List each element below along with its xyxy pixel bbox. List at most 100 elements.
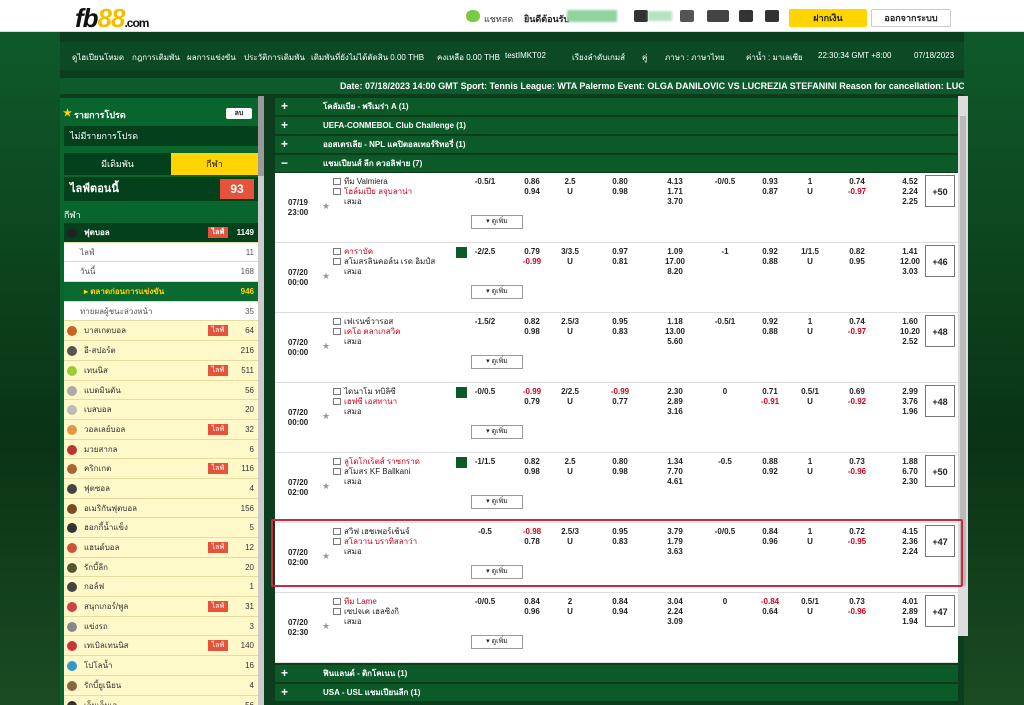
sport-row[interactable]: แฮนด์บอล ไลฟ์ 12 xyxy=(64,538,258,558)
odds-col-o3[interactable]: 0.88 0.92 xyxy=(753,457,787,477)
odds-value[interactable]: 1.88 xyxy=(892,457,928,467)
sport-row[interactable]: โปโลน้ำ 16 xyxy=(64,656,258,676)
odds-value[interactable]: 5.60 xyxy=(655,337,695,347)
odds-col-hdp[interactable]: -0/0.5 xyxy=(465,387,505,397)
favorite-star-icon[interactable]: ★ xyxy=(322,481,330,492)
odds-col-hdp2[interactable]: -0/0.5 xyxy=(705,177,745,187)
logout-button[interactable]: ออกจากระบบ xyxy=(871,9,951,27)
odds-value[interactable]: -0.5/1 xyxy=(465,177,505,187)
odds-value[interactable]: 0.92 xyxy=(753,247,787,257)
odds-value[interactable]: 0.74 xyxy=(840,317,874,327)
odds-col-hdp2[interactable]: 0 xyxy=(705,597,745,607)
lang-select[interactable]: ภาษา : ภาษาไทย xyxy=(665,51,725,64)
odds-col-ou[interactable]: 3/3.5 U xyxy=(555,247,585,267)
more-bets-button[interactable]: +48 xyxy=(925,315,955,347)
odds-value[interactable]: 0.80 xyxy=(603,177,637,187)
odds-col-ou2[interactable]: 1U xyxy=(795,177,825,197)
chat-link[interactable]: แชทสด xyxy=(484,12,513,26)
odds-value[interactable]: U xyxy=(795,397,825,407)
odds-value[interactable]: 0.88 xyxy=(753,327,787,337)
deposit-button[interactable]: ฝากเงิน xyxy=(789,9,867,27)
odds-value[interactable]: -0.96 xyxy=(840,607,874,617)
expand-icon[interactable]: + xyxy=(281,665,288,682)
user-icon[interactable] xyxy=(739,10,753,22)
odds-value[interactable]: 0.92 xyxy=(753,467,787,477)
nav-item[interactable]: ประวัติการเดิมพัน xyxy=(244,51,305,64)
odds-col-ou[interactable]: 2.5/3 U xyxy=(555,317,585,337)
live-now[interactable]: ไลฟ์ตอนนี้ 93 xyxy=(64,177,258,201)
odds-value[interactable]: -2/2.5 xyxy=(465,247,505,257)
league-row[interactable]: + โคลัมเบีย - พรีเมร่า A (1) xyxy=(275,98,958,115)
odds-col-hdp[interactable]: -0/0.5 xyxy=(465,597,505,607)
odds-value[interactable]: U xyxy=(795,467,825,477)
favorite-star-icon[interactable]: ★ xyxy=(322,341,330,352)
odds-value[interactable]: 7.70 xyxy=(655,467,695,477)
odds-value[interactable]: -0.99 xyxy=(515,387,549,397)
odds-col-x12b[interactable]: 4.52 2.24 2.25 xyxy=(892,177,928,207)
nav-item[interactable]: testIMKT02 xyxy=(505,51,546,60)
odds-value[interactable]: 0.74 xyxy=(840,177,874,187)
odds-value[interactable]: 0.79 xyxy=(515,247,549,257)
sidebar-scrollbar[interactable] xyxy=(258,96,264,705)
odds-col-ou[interactable]: 2.5 U xyxy=(555,177,585,197)
league-row[interactable]: + USA - USL แชมเปียนลีก (1) xyxy=(275,684,958,701)
odds-value[interactable]: U xyxy=(555,327,585,337)
odds-value[interactable]: 0.84 xyxy=(603,597,637,607)
odds-value[interactable]: 0.98 xyxy=(515,327,549,337)
tab-my-bets[interactable]: มีเดิมพัน xyxy=(64,153,171,175)
odds-value[interactable]: U xyxy=(795,607,825,617)
odds-col-o1[interactable]: 0.82 0.98 xyxy=(515,317,549,337)
odds-value[interactable]: -0.84 xyxy=(753,597,787,607)
odds-value[interactable]: 0.86 xyxy=(515,177,549,187)
tab-sports[interactable]: กีฬา xyxy=(171,153,258,175)
odds-col-hdp[interactable]: -1.5/2 xyxy=(465,317,505,327)
odds-value[interactable]: 0.93 xyxy=(753,177,787,187)
odds-value[interactable]: -0.99 xyxy=(515,257,549,267)
odds-value[interactable]: 0.98 xyxy=(603,467,637,477)
odds-value[interactable]: 2.30 xyxy=(655,387,695,397)
sport-row[interactable]: อี-สปอร์ต 216 xyxy=(64,341,258,361)
odds-value[interactable]: -0/0.5 xyxy=(705,177,745,187)
odds-col-o2[interactable]: 0.95 0.83 xyxy=(603,317,637,337)
odds-col-ou[interactable]: 2U xyxy=(555,597,585,617)
expand-icon[interactable]: − xyxy=(281,155,288,172)
odds-value[interactable]: -1/1.5 xyxy=(465,457,505,467)
pair-select[interactable]: คู่ xyxy=(642,51,647,64)
odds-value[interactable]: 1 xyxy=(795,177,825,187)
odds-col-ou[interactable]: 2/2.5 U xyxy=(555,387,585,407)
odds-value[interactable]: 0.64 xyxy=(753,607,787,617)
odds-value[interactable]: 4.13 xyxy=(655,177,695,187)
odds-col-x12[interactable]: 4.13 1.71 3.70 xyxy=(655,177,695,207)
odds-value[interactable]: 4.61 xyxy=(655,477,695,487)
odds-value[interactable]: 1.94 xyxy=(892,617,928,627)
nav-item[interactable]: เดิมพันที่ยังไม่ได้ตัดสิน 0.00 THB xyxy=(311,51,424,64)
menu-list-icon[interactable] xyxy=(765,10,779,22)
odds-col-hdp2[interactable]: -0.5/1 xyxy=(705,317,745,327)
odds-value[interactable]: 0.5/1 xyxy=(795,597,825,607)
odds-value[interactable]: 3.70 xyxy=(655,197,695,207)
odds-value[interactable]: U xyxy=(555,187,585,197)
sport-row[interactable]: เทเบิลเทนนิส ไลฟ์ 140 xyxy=(64,636,258,657)
odds-col-o3[interactable]: 0.92 0.88 xyxy=(753,247,787,267)
more-markets-button[interactable]: ▾ ดูเพิ่ม xyxy=(471,635,523,649)
odds-value[interactable]: 0.95 xyxy=(840,257,874,267)
odds-value[interactable]: -0.99 xyxy=(603,387,637,397)
favorite-star-icon[interactable]: ★ xyxy=(322,271,330,282)
odds-value[interactable]: 0.88 xyxy=(753,257,787,267)
odds-value[interactable]: U xyxy=(795,327,825,337)
league-row[interactable]: − แชมเปียนส์ ลีก ควอลิฟาย (7) xyxy=(275,155,958,172)
promo-icon[interactable] xyxy=(707,10,729,22)
odds-value[interactable]: 0.94 xyxy=(603,607,637,617)
odds-value[interactable]: 1.18 xyxy=(655,317,695,327)
odds-value[interactable]: 3.04 xyxy=(655,597,695,607)
more-bets-button[interactable]: +48 xyxy=(925,385,955,417)
odds-col-o1[interactable]: -0.99 0.79 xyxy=(515,387,549,407)
more-bets-button[interactable]: +50 xyxy=(925,455,955,487)
more-markets-button[interactable]: ▾ ดูเพิ่ม xyxy=(471,215,523,229)
odds-value[interactable]: 2.5 xyxy=(555,457,585,467)
odds-col-hdp2[interactable]: -0.5 xyxy=(705,457,745,467)
sport-row[interactable]: วอลเลย์บอล ไลฟ์ 32 xyxy=(64,419,258,440)
odds-value[interactable]: 4.52 xyxy=(892,177,928,187)
sport-row[interactable]: คริกเกต ไลฟ์ 116 xyxy=(64,459,258,479)
odds-value[interactable]: -0.97 xyxy=(840,327,874,337)
